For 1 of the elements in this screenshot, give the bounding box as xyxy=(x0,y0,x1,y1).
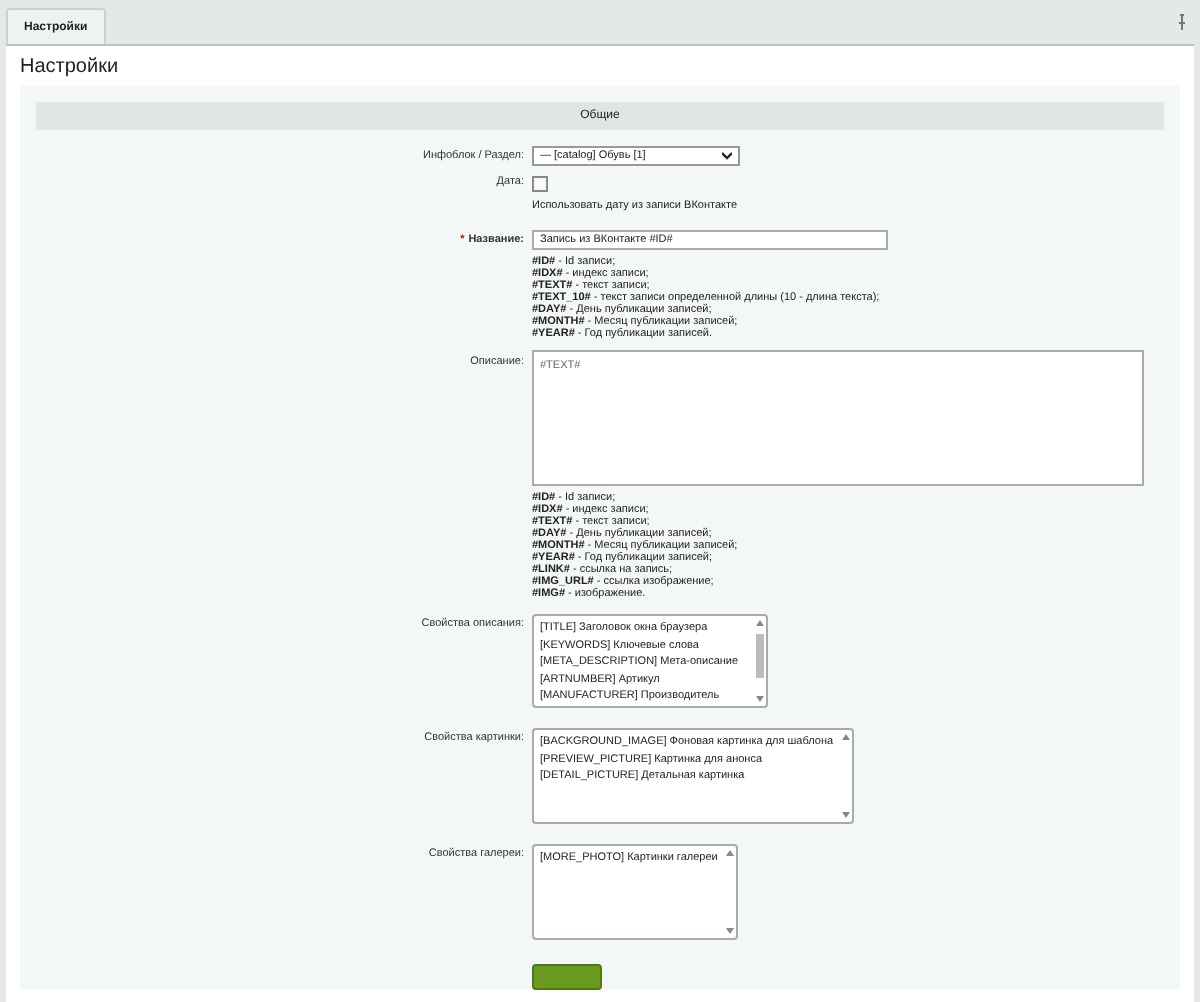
page-title: Настройки xyxy=(20,54,121,82)
